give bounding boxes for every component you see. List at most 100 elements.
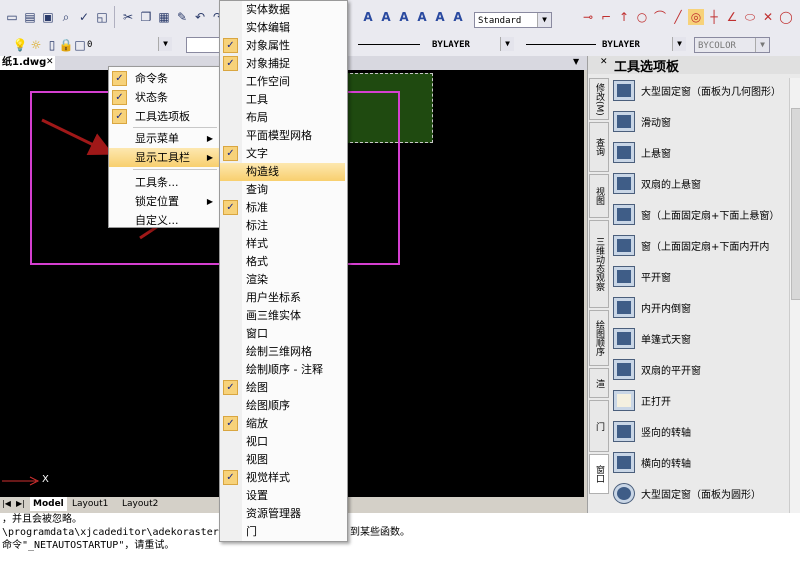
palette-item-label: 双扇的平开窗 bbox=[641, 366, 701, 377]
submenu-item[interactable]: 实体数据 bbox=[220, 1, 345, 19]
palette-item[interactable]: 双扇的上悬窗 bbox=[611, 169, 789, 198]
submenu-item[interactable]: 视口 bbox=[220, 433, 345, 451]
submenu-item[interactable]: 设置 bbox=[220, 487, 345, 505]
submenu-arrow-icon: ▶ bbox=[206, 134, 213, 143]
window-icon bbox=[613, 390, 635, 411]
context-menu-label: 显示菜单 bbox=[135, 132, 179, 145]
window-icon bbox=[613, 266, 635, 287]
next-tab-icon[interactable]: ▶| bbox=[16, 497, 25, 511]
submenu-item[interactable]: 工作空间 bbox=[220, 73, 345, 91]
submenu-item[interactable]: ✓ 绘图 bbox=[220, 379, 345, 397]
palette-item-label: 窗（上面固定扇+下面内开内 bbox=[641, 242, 770, 253]
palette-item[interactable]: 竖向的转轴 bbox=[611, 417, 789, 446]
submenu-label: 布局 bbox=[246, 111, 268, 124]
palette-item[interactable]: 大型固定窗（面板为几何图形） bbox=[611, 76, 789, 105]
context-menu-label: 锁定位置 bbox=[135, 195, 179, 208]
submenu-label: 渲染 bbox=[246, 273, 268, 286]
palette-tab[interactable]: 绘图顺序 bbox=[589, 310, 609, 366]
submenu-item[interactable]: 布局 bbox=[220, 109, 345, 127]
palette-item[interactable]: 单篷式天窗 bbox=[611, 324, 789, 353]
palette-item[interactable]: 平开窗 bbox=[611, 262, 789, 291]
context-menu-item[interactable]: 锁定位置 ▶ bbox=[109, 192, 219, 211]
submenu-label: 绘制三维网格 bbox=[246, 345, 312, 358]
palette-tab[interactable]: 修改(M) bbox=[589, 78, 609, 120]
submenu-label: 样式 bbox=[246, 237, 268, 250]
context-menu-item[interactable]: 显示菜单 ▶ bbox=[109, 129, 219, 148]
submenu-item[interactable]: 用户坐标系 bbox=[220, 289, 345, 307]
command-line: ，并且会被忽略。 bbox=[2, 514, 82, 525]
submenu-item[interactable]: 门 bbox=[220, 523, 345, 541]
palette-tab[interactable]: 查询 bbox=[589, 122, 609, 172]
tab-layout1[interactable]: Layout1 bbox=[72, 497, 108, 511]
submenu-label: 查询 bbox=[246, 183, 268, 196]
palette-item[interactable]: 双扇的平开窗 bbox=[611, 355, 789, 384]
submenu-label: 缩放 bbox=[246, 417, 268, 430]
context-menu-label: 自定义... bbox=[135, 214, 179, 227]
palette-item-label: 双扇的上悬窗 bbox=[641, 180, 701, 191]
scrollbar-thumb[interactable] bbox=[791, 108, 800, 300]
submenu-item[interactable]: ✓ 文字 bbox=[220, 145, 345, 163]
tab-model[interactable]: Model bbox=[30, 497, 67, 511]
palette-item-label: 横向的转轴 bbox=[641, 459, 691, 470]
submenu-item[interactable]: 平面模型网格 bbox=[220, 127, 345, 145]
submenu-item[interactable]: 工具 bbox=[220, 91, 345, 109]
submenu-item[interactable]: 标注 bbox=[220, 217, 345, 235]
context-menu-item[interactable]: 显示工具栏 ▶ bbox=[109, 148, 219, 167]
window-icon bbox=[613, 452, 635, 473]
submenu-item[interactable]: 实体编辑 bbox=[220, 19, 345, 37]
palette-tab[interactable]: 门 bbox=[589, 400, 609, 452]
submenu-item[interactable]: 视图 bbox=[220, 451, 345, 469]
submenu-item[interactable]: ✓ 对象属性 bbox=[220, 37, 345, 55]
palette-tab[interactable]: 视图 bbox=[589, 174, 609, 218]
window-icon bbox=[613, 328, 635, 349]
palette-item[interactable]: 大型固定窗（面板为圆形） bbox=[611, 479, 789, 508]
palette-item[interactable]: 横向的转轴 bbox=[611, 448, 789, 477]
palette-item[interactable]: 内开内倒窗 bbox=[611, 293, 789, 322]
check-icon: ✓ bbox=[223, 146, 238, 161]
submenu-item[interactable]: ✓ 标准 bbox=[220, 199, 345, 217]
submenu-item[interactable]: 绘图顺序 bbox=[220, 397, 345, 415]
submenu-item[interactable]: ✓ 对象捕捉 bbox=[220, 55, 345, 73]
palette-item[interactable]: 上悬窗 bbox=[611, 138, 789, 167]
submenu-item[interactable]: 渲染 bbox=[220, 271, 345, 289]
menu-separator bbox=[133, 169, 217, 170]
submenu-item[interactable]: 样式 bbox=[220, 235, 345, 253]
palette-item[interactable]: 正打开 bbox=[611, 386, 789, 415]
palette-scrollbar[interactable] bbox=[789, 78, 800, 513]
palette-tab[interactable]: 窗口 bbox=[589, 454, 609, 494]
command-window[interactable]: ，并且会被忽略。 \programdata\xjcadeditor\adekor… bbox=[0, 513, 800, 568]
submenu-label: 视口 bbox=[246, 435, 268, 448]
submenu-label: 实体编辑 bbox=[246, 21, 290, 34]
first-tab-icon[interactable]: |◀ bbox=[2, 497, 11, 511]
check-icon: ✓ bbox=[112, 109, 127, 124]
context-menu-item[interactable]: ✓ 状态条 bbox=[109, 88, 219, 107]
context-menu-item[interactable]: ✓ 工具选项板 bbox=[109, 107, 219, 126]
submenu-label: 格式 bbox=[246, 255, 268, 268]
submenu-item[interactable]: 格式 bbox=[220, 253, 345, 271]
submenu-item[interactable]: 绘制三维网格 bbox=[220, 343, 345, 361]
window-icon bbox=[613, 421, 635, 442]
submenu-label: 工作空间 bbox=[246, 75, 290, 88]
submenu-item[interactable]: 绘制顺序 - 注释 bbox=[220, 361, 345, 379]
submenu-item[interactable]: ✓ 视觉样式 bbox=[220, 469, 345, 487]
submenu-item[interactable]: ✓ 缩放 bbox=[220, 415, 345, 433]
palette-title-bar: ✕ 工具选项板 bbox=[588, 56, 800, 75]
submenu-item[interactable]: 窗口 bbox=[220, 325, 345, 343]
palette-tab[interactable]: 渲 bbox=[589, 368, 609, 398]
palette-item-label: 竖向的转轴 bbox=[641, 428, 691, 439]
palette-item-label: 平开窗 bbox=[641, 273, 671, 284]
close-icon[interactable]: ✕ bbox=[600, 57, 608, 67]
palette-item-label: 上悬窗 bbox=[641, 149, 671, 160]
submenu-item[interactable]: 构造线 bbox=[220, 163, 345, 181]
submenu-item[interactable]: 查询 bbox=[220, 181, 345, 199]
palette-tab[interactable]: 三维动态观察 bbox=[589, 220, 609, 308]
context-menu-item[interactable]: ✓ 命令条 bbox=[109, 69, 219, 88]
palette-item[interactable]: 窗（上面固定扇+下面上悬窗） bbox=[611, 200, 789, 229]
palette-item[interactable]: 窗（上面固定扇+下面内开内 bbox=[611, 231, 789, 260]
palette-item[interactable]: 滑动窗 bbox=[611, 107, 789, 136]
submenu-item[interactable]: 资源管理器 bbox=[220, 505, 345, 523]
context-menu-item[interactable]: 自定义... bbox=[109, 211, 219, 230]
tab-layout2[interactable]: Layout2 bbox=[122, 497, 158, 511]
submenu-item[interactable]: 画三维实体 bbox=[220, 307, 345, 325]
context-menu-item[interactable]: 工具条... bbox=[109, 173, 219, 192]
